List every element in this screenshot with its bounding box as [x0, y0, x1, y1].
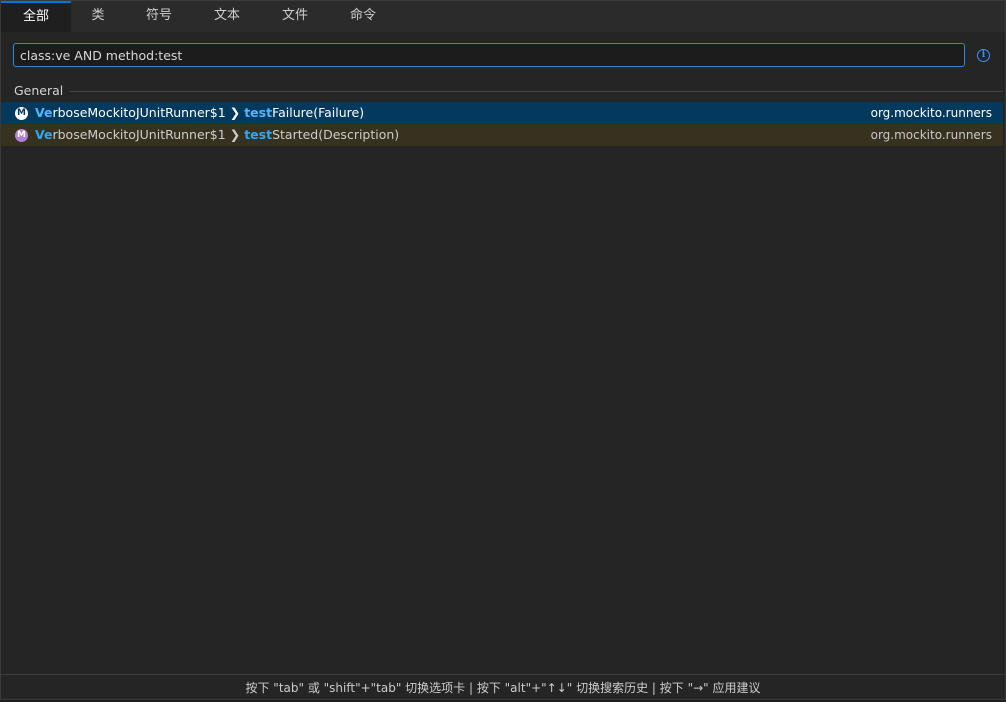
method-icon: M — [15, 107, 28, 120]
search-input[interactable] — [14, 44, 964, 66]
tab-all[interactable]: 全部 — [1, 1, 71, 32]
group-divider — [69, 91, 1003, 92]
result-label: VerboseMockitoJUnitRunner$1 ❯ testFailure(… — [35, 102, 364, 124]
tab-symbols[interactable]: 符号 — [125, 1, 193, 32]
class-match-text: Ve — [35, 127, 53, 142]
method-match-text: test — [244, 105, 273, 120]
search-everywhere-popup: 全部 类 符号 文本 文件 命令 i General M VerboseMock… — [0, 0, 1006, 700]
tab-files[interactable]: 文件 — [261, 1, 329, 32]
tab-classes[interactable]: 类 — [71, 1, 125, 32]
result-item[interactable]: M VerboseMockitoJUnitRunner$1 ❯ testStarte… — [1, 124, 1003, 146]
info-icon[interactable]: i — [977, 49, 990, 62]
tab-text[interactable]: 文本 — [193, 1, 261, 32]
class-match-text: Ve — [35, 105, 53, 120]
chevron-right-icon: ❯ — [229, 127, 241, 142]
class-name-text: rboseMockitoJUnitRunner$1 — [52, 127, 226, 142]
footer-hint: 按下 "tab" 或 "shift"+"tab" 切换选项卡 | 按下 "alt… — [1, 674, 1005, 700]
method-icon: M — [15, 129, 28, 142]
search-field — [13, 43, 965, 67]
tab-bar: 全部 类 符号 文本 文件 命令 — [1, 1, 1005, 32]
method-match-text: test — [244, 127, 273, 142]
results-list: M VerboseMockitoJUnitRunner$1 ❯ testFailur… — [1, 102, 1005, 146]
chevron-right-icon: ❯ — [229, 105, 241, 120]
package-label: org.mockito.runners — [870, 106, 992, 120]
tab-commands[interactable]: 命令 — [329, 1, 397, 32]
class-name-text: rboseMockitoJUnitRunner$1 — [52, 105, 226, 120]
package-label: org.mockito.runners — [870, 128, 992, 142]
result-label: VerboseMockitoJUnitRunner$1 ❯ testStarted(… — [35, 124, 399, 146]
group-title: General — [14, 83, 64, 98]
method-signature-text: Failure(Failure) — [272, 105, 365, 120]
result-item[interactable]: M VerboseMockitoJUnitRunner$1 ❯ testFailur… — [1, 102, 1003, 124]
method-signature-text: Started(Description) — [272, 127, 400, 142]
